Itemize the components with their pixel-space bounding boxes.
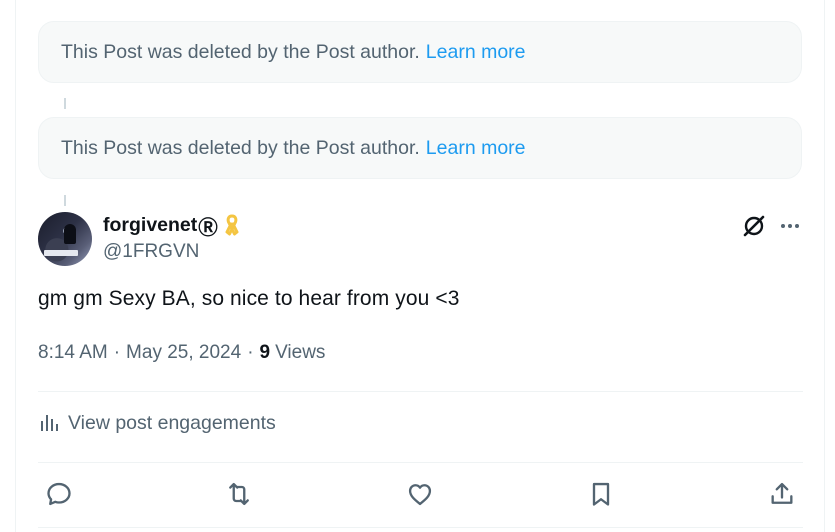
post-text: gm gm Sexy BA, so nice to hear from you … [38,287,460,310]
repost-icon [229,482,249,506]
deleted-post-notice: This Post was deleted by the Post author… [38,21,802,83]
share-button[interactable] [768,480,796,508]
grok-icon[interactable] [741,213,767,239]
author-display-name[interactable]: forgivenet [103,214,197,237]
view-engagements-link[interactable]: View post engagements [38,411,276,435]
analytics-icon [41,415,58,431]
thread-connector [64,98,66,109]
column-border-left [15,0,16,532]
bookmark-icon [592,482,610,506]
yellow-ribbon-icon [225,214,239,236]
deleted-notice-text: This Post was deleted by the Post author… [61,40,420,63]
reply-icon [47,482,71,506]
meta-separator: · [113,342,121,363]
view-engagements-label[interactable]: View post engagements [68,412,276,435]
meta-separator: · [247,342,254,363]
avatar-figure [64,224,76,244]
deleted-notice-text: This Post was deleted by the Post author… [61,136,420,159]
repost-button[interactable] [225,480,253,508]
avatar[interactable] [38,212,92,266]
like-icon [408,484,432,506]
thread-connector [64,195,66,206]
share-icon [771,482,793,504]
views-label: Views [275,342,326,363]
more-icon[interactable] [778,214,802,238]
avatar-piano [44,250,78,256]
post-date[interactable]: May 25, 2024 [126,342,241,364]
author-name-row[interactable]: forgivenet Ⓡ [103,212,241,239]
author-handle[interactable]: @1FRGVN [103,241,199,263]
reply-button[interactable] [45,480,73,508]
post-time[interactable]: 8:14 AM [38,342,108,364]
column-border-right [824,0,825,532]
divider [38,527,803,528]
learn-more-link[interactable]: Learn more [426,41,526,64]
like-button[interactable] [406,480,434,508]
divider [38,391,803,392]
learn-more-link[interactable]: Learn more [426,137,526,160]
post-meta: 8:14 AM · May 25, 2024 · 9 Views [38,342,325,364]
divider [38,462,803,463]
deleted-post-notice: This Post was deleted by the Post author… [38,117,802,179]
views-count: 9 [259,342,271,363]
author-name-suffix: Ⓡ [198,216,218,239]
bookmark-button[interactable] [587,480,615,508]
